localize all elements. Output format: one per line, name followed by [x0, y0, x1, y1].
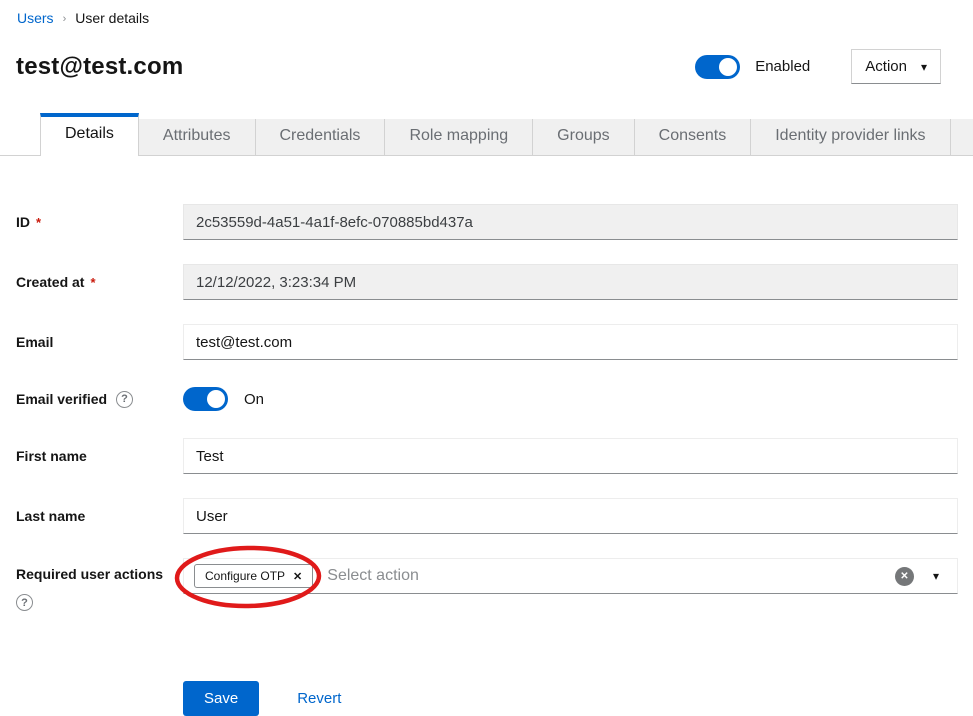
breadcrumb-current: User details [75, 10, 149, 26]
enabled-toggle[interactable] [695, 55, 740, 79]
chevron-down-icon: ▾ [921, 61, 927, 73]
header-controls: Enabled Action ▾ [695, 49, 941, 84]
user-details-form: ID * Created at * Email Email verified ?… [0, 156, 973, 716]
tab-groups[interactable]: Groups [533, 119, 634, 155]
email-field[interactable] [183, 324, 958, 360]
id-label: ID [16, 214, 30, 230]
breadcrumb-separator-icon: › [63, 12, 67, 25]
toggle-knob [207, 390, 225, 408]
chip-configure-otp: Configure OTP ✕ [194, 564, 313, 588]
chip-label: Configure OTP [205, 569, 285, 583]
tab-attributes[interactable]: Attributes [139, 119, 256, 155]
tab-details[interactable]: Details [40, 113, 139, 156]
tab-sessions[interactable]: Sessions [951, 119, 973, 155]
first-name-field[interactable] [183, 438, 958, 474]
form-row-email-verified: Email verified ? On [16, 384, 958, 414]
select-action-input[interactable] [327, 567, 895, 585]
tab-identity-provider-links[interactable]: Identity provider links [751, 119, 950, 155]
id-field [183, 204, 958, 240]
email-verified-label: Email verified [16, 391, 107, 407]
breadcrumb-link-users[interactable]: Users [17, 10, 54, 26]
revert-link[interactable]: Revert [297, 690, 341, 707]
help-icon[interactable]: ? [116, 391, 133, 408]
chip-remove-icon[interactable]: ✕ [293, 570, 302, 583]
email-label: Email [16, 334, 53, 350]
form-actions: Save Revert [16, 681, 958, 716]
required-user-actions-label: Required user actions [16, 566, 163, 582]
form-row-last-name: Last name [16, 498, 958, 534]
enabled-toggle-label: Enabled [755, 58, 810, 75]
tab-role-mapping[interactable]: Role mapping [385, 119, 533, 155]
required-actions-multiselect[interactable]: Configure OTP ✕ ✕ ▾ [183, 558, 958, 594]
save-button[interactable]: Save [183, 681, 259, 716]
chevron-down-icon[interactable]: ▾ [933, 570, 939, 582]
last-name-field[interactable] [183, 498, 958, 534]
form-row-id: ID * [16, 204, 958, 240]
form-row-email: Email [16, 324, 958, 360]
page-header: test@test.com Enabled Action ▾ [0, 26, 973, 84]
tab-bar: Details Attributes Credentials Role mapp… [0, 113, 973, 156]
help-icon[interactable]: ? [16, 594, 33, 611]
tab-credentials[interactable]: Credentials [256, 119, 386, 155]
toggle-knob [719, 58, 737, 76]
required-asterisk: * [90, 275, 95, 290]
action-dropdown-button[interactable]: Action ▾ [851, 49, 941, 84]
created-at-field [183, 264, 958, 300]
page-title: test@test.com [16, 53, 183, 81]
email-verified-toggle[interactable] [183, 387, 228, 411]
required-asterisk: * [36, 215, 41, 230]
last-name-label: Last name [16, 508, 85, 524]
first-name-label: First name [16, 448, 87, 464]
tab-consents[interactable]: Consents [635, 119, 752, 155]
form-row-created-at: Created at * [16, 264, 958, 300]
breadcrumb: Users › User details [0, 0, 973, 26]
form-row-required-user-actions: Required user actions ? Configure OTP ✕ … [16, 558, 958, 611]
form-row-first-name: First name [16, 438, 958, 474]
action-dropdown-label: Action [865, 58, 907, 75]
email-verified-state-label: On [244, 391, 264, 408]
clear-selection-icon[interactable]: ✕ [895, 567, 914, 586]
created-at-label: Created at [16, 274, 84, 290]
